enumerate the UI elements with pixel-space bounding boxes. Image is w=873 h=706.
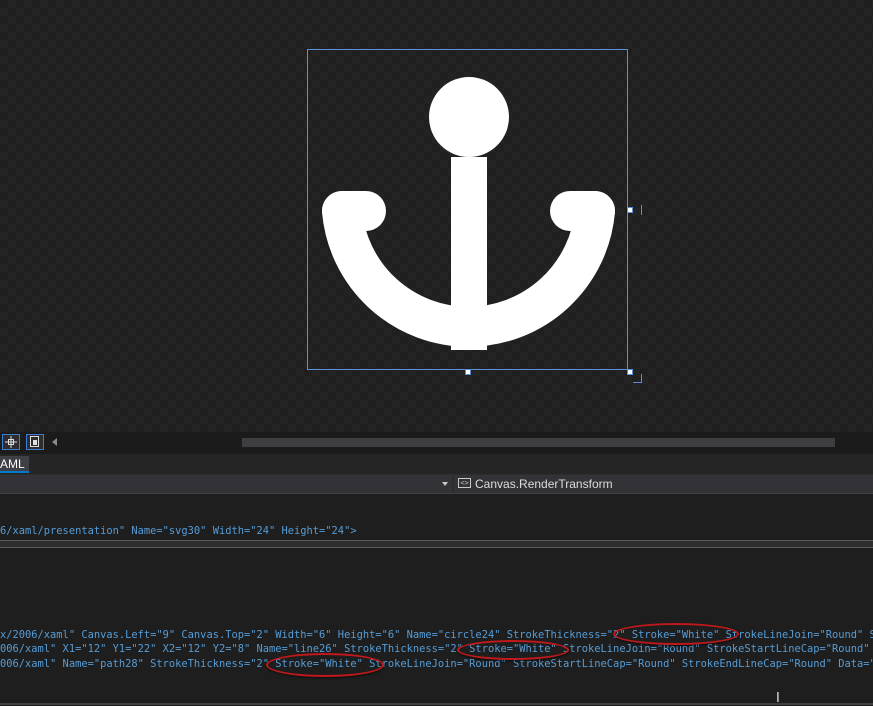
artboard-icon[interactable] <box>26 434 44 450</box>
horizontal-scrollbar[interactable] <box>242 438 835 447</box>
highlight-ellipse-path-stroke <box>266 653 384 677</box>
member-dropdown[interactable]: <> Canvas.RenderTransform <box>454 475 873 493</box>
resize-handle-corner[interactable] <box>627 369 633 375</box>
highlight-ellipse-circle-stroke <box>613 623 739 645</box>
anchor-ring <box>429 77 509 157</box>
resize-handle-bottom[interactable] <box>465 369 471 375</box>
tab-xaml[interactable]: AML <box>0 456 29 473</box>
code-element-icon: <> <box>458 478 471 488</box>
margin-tick-right <box>641 205 642 215</box>
code-line-root: 6/xaml/presentation" Name="svg30" Width=… <box>0 525 357 537</box>
crosshair-icon[interactable] <box>2 434 20 450</box>
xaml-code-pane-bottom[interactable]: x/2006/xaml" Canvas.Left="9" Canvas.Top=… <box>0 548 873 705</box>
navigation-bar: <> Canvas.RenderTransform <box>0 474 873 494</box>
margin-tick-corner-h <box>633 382 642 383</box>
scroll-left-icon[interactable] <box>52 438 57 446</box>
code-line-circle: x/2006/xaml" Canvas.Left="9" Canvas.Top=… <box>0 629 873 641</box>
member-dropdown-label: Canvas.RenderTransform <box>475 477 613 491</box>
chevron-down-icon[interactable] <box>442 482 448 486</box>
anchor-icon <box>322 77 615 350</box>
editor-tab-row: AML <box>0 454 873 474</box>
xaml-code-pane-top[interactable]: 6/xaml/presentation" Name="svg30" Width=… <box>0 495 873 540</box>
highlight-ellipse-line-stroke <box>457 640 569 660</box>
type-dropdown[interactable] <box>0 475 452 493</box>
designer-toolbar <box>0 432 873 454</box>
resize-handle-right[interactable] <box>627 207 633 213</box>
pane-splitter[interactable] <box>0 540 873 548</box>
code-line-path: 006/xaml" Name="path28" StrokeThickness=… <box>0 658 873 670</box>
xaml-designer-surface[interactable] <box>0 0 873 432</box>
canvas-selection-frame[interactable] <box>307 49 628 370</box>
code-line-line: 006/xaml" X1="12" Y1="22" X2="12" Y2="8"… <box>0 643 873 655</box>
